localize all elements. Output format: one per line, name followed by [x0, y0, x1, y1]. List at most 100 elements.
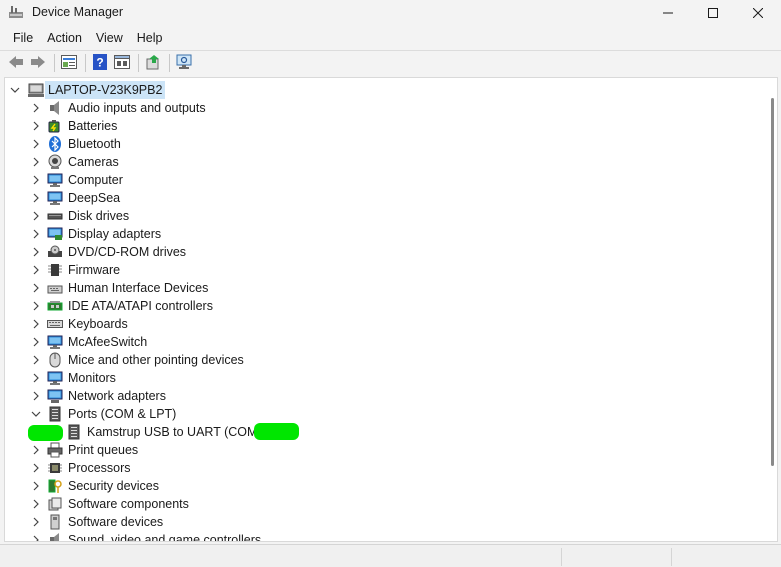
forward-button[interactable] [28, 53, 48, 73]
properties-button[interactable] [59, 53, 79, 73]
chevron-right-icon[interactable] [31, 463, 41, 473]
category-label: Software components [68, 497, 189, 511]
display-adapter-icon [47, 226, 63, 242]
battery-icon [47, 118, 63, 134]
chevron-right-icon[interactable] [31, 517, 41, 527]
tree-category-node[interactable]: Sound, video and game controllers [5, 531, 765, 541]
close-button[interactable] [735, 0, 781, 26]
chevron-right-icon[interactable] [31, 265, 41, 275]
tree-category-node[interactable]: Monitors [5, 369, 765, 387]
tree-category-node[interactable]: Processors [5, 459, 765, 477]
tree-category-node[interactable]: Firmware [5, 261, 765, 279]
help-icon: ? [93, 53, 107, 73]
tree-category-node[interactable]: Software components [5, 495, 765, 513]
chevron-right-icon[interactable] [31, 247, 41, 257]
title-bar: Device Manager [0, 0, 781, 26]
device-tree[interactable]: LAPTOP-V23K9PB2 Audio inputs and outputs… [4, 77, 778, 542]
chevron-right-icon[interactable] [31, 319, 41, 329]
tree-category-node[interactable]: IDE ATA/ATAPI controllers [5, 297, 765, 315]
tree-category-node[interactable]: DeepSea [5, 189, 765, 207]
tree-category-node[interactable]: Display adapters [5, 225, 765, 243]
menu-action[interactable]: Action [41, 28, 90, 48]
speaker-icon [47, 100, 63, 116]
menu-bar: File Action View Help [0, 27, 781, 49]
tree-category-node[interactable]: DVD/CD-ROM drives [5, 243, 765, 261]
tree-category-node[interactable]: Print queues [5, 441, 765, 459]
tree-category-node[interactable]: McAfeeSwitch [5, 333, 765, 351]
tree-category-node[interactable]: Human Interface Devices [5, 279, 765, 297]
scan-hardware-icon [176, 54, 192, 73]
computer-name: LAPTOP-V23K9PB2 [45, 81, 166, 99]
help-button[interactable]: ? [90, 53, 110, 73]
chevron-right-icon[interactable] [31, 481, 41, 491]
chevron-right-icon[interactable] [31, 157, 41, 167]
status-segment [561, 548, 671, 566]
computer-icon [28, 82, 44, 98]
update-driver-button[interactable] [143, 53, 163, 73]
tree-category-node[interactable]: Network adapters [5, 387, 765, 405]
back-button[interactable] [6, 53, 26, 73]
chevron-down-icon[interactable] [10, 85, 20, 95]
category-label: Computer [68, 173, 123, 187]
tree-root-node[interactable]: LAPTOP-V23K9PB2 [5, 81, 765, 99]
chevron-right-icon[interactable] [31, 355, 41, 365]
vertical-scrollbar[interactable] [771, 98, 774, 466]
toolbar-separator [85, 54, 86, 72]
chevron-right-icon[interactable] [31, 301, 41, 311]
tree-category-node[interactable]: Audio inputs and outputs [5, 99, 765, 117]
category-label: Monitors [68, 371, 116, 385]
software-device-icon [47, 514, 63, 530]
controller-icon [47, 298, 63, 314]
menu-view[interactable]: View [90, 28, 131, 48]
toolbar-separator [138, 54, 139, 72]
camera-icon [47, 154, 63, 170]
scan-hardware-button[interactable] [174, 53, 194, 73]
chevron-right-icon[interactable] [31, 211, 41, 221]
chevron-right-icon[interactable] [31, 445, 41, 455]
category-label: Mice and other pointing devices [68, 353, 244, 367]
chevron-right-icon[interactable] [31, 229, 41, 239]
tree-category-node[interactable]: Ports (COM & LPT) [5, 405, 765, 423]
tree-category-node[interactable]: Computer [5, 171, 765, 189]
chevron-right-icon[interactable] [31, 499, 41, 509]
show-hide-button[interactable] [112, 53, 132, 73]
chevron-right-icon[interactable] [31, 337, 41, 347]
category-label: Audio inputs and outputs [68, 101, 206, 115]
device-manager-app-icon [8, 5, 24, 19]
chevron-down-icon[interactable] [31, 409, 41, 419]
chevron-right-icon[interactable] [31, 535, 41, 541]
disk-drive-icon [47, 208, 63, 224]
toolbar-separator [54, 54, 55, 72]
redaction-mark [254, 423, 299, 440]
menu-help[interactable]: Help [131, 28, 171, 48]
category-label: McAfeeSwitch [68, 335, 148, 349]
tree-category-node[interactable]: Cameras [5, 153, 765, 171]
tree-category-node[interactable]: Bluetooth [5, 135, 765, 153]
maximize-button[interactable] [690, 0, 736, 26]
chevron-right-icon[interactable] [31, 283, 41, 293]
chevron-right-icon[interactable] [31, 175, 41, 185]
chevron-right-icon[interactable] [31, 139, 41, 149]
printer-icon [47, 442, 63, 458]
chevron-right-icon[interactable] [31, 193, 41, 203]
chevron-right-icon[interactable] [31, 121, 41, 131]
tree-category-node[interactable]: Keyboards [5, 315, 765, 333]
tree-category-node[interactable]: Security devices [5, 477, 765, 495]
chevron-right-icon[interactable] [31, 373, 41, 383]
processor-icon [47, 460, 63, 476]
toolbar-separator [169, 54, 170, 72]
tree-category-node[interactable]: Batteries [5, 117, 765, 135]
chevron-right-icon[interactable] [31, 103, 41, 113]
category-label: Firmware [68, 263, 121, 277]
tree-device-node[interactable]: Kamstrup USB to UART (COM7) [5, 423, 765, 441]
minimize-button[interactable] [645, 0, 691, 26]
menu-file[interactable]: File [0, 28, 41, 48]
tree-category-node[interactable]: Mice and other pointing devices [5, 351, 765, 369]
category-label: IDE ATA/ATAPI controllers [68, 299, 213, 313]
tree-category-node[interactable]: Disk drives [5, 207, 765, 225]
chevron-right-icon[interactable] [31, 391, 41, 401]
tree-category-node[interactable]: Software devices [5, 513, 765, 531]
port-icon [47, 406, 63, 422]
category-label: Cameras [68, 155, 119, 169]
category-label: DeepSea [68, 191, 121, 205]
